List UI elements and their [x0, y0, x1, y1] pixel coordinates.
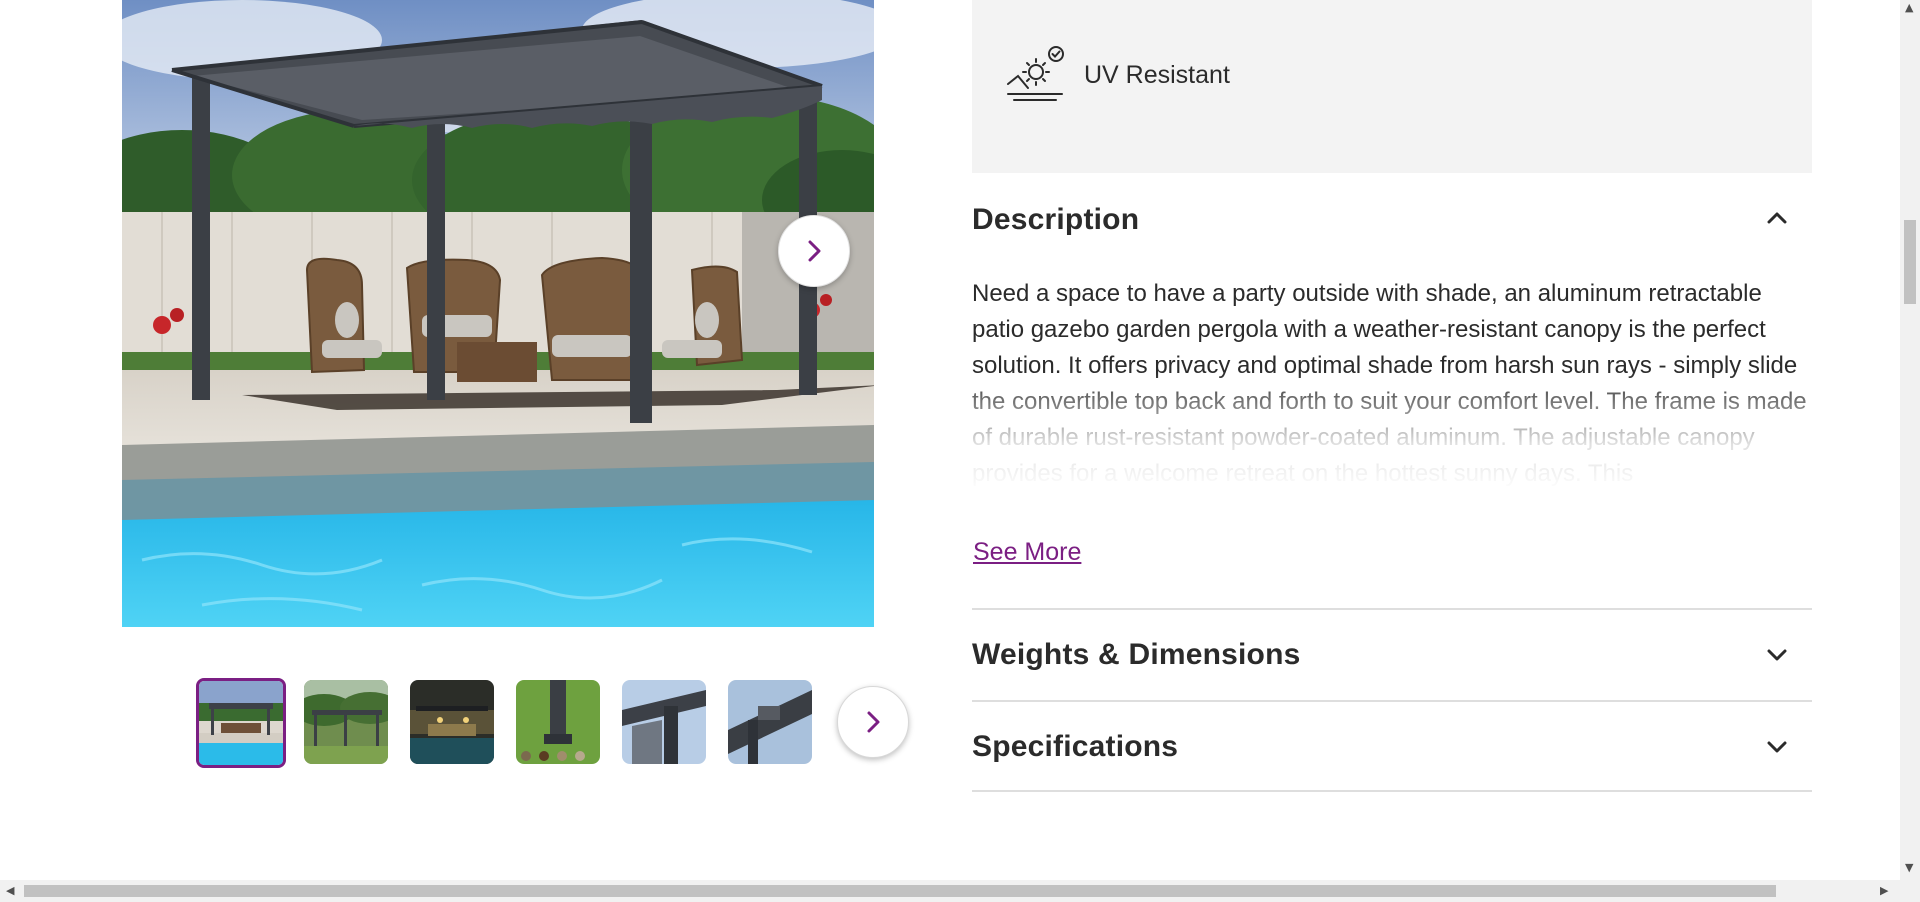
horizontal-scrollbar-thumb[interactable]: [24, 885, 1776, 897]
feature-label: UV Resistant: [1084, 60, 1230, 89]
chevron-right-icon: [867, 711, 880, 733]
vertical-scrollbar[interactable]: ▲ ▼: [1900, 0, 1920, 880]
scroll-up-arrow-icon[interactable]: ▲: [1905, 2, 1913, 14]
thumbnail-6[interactable]: [728, 680, 812, 764]
section-divider: [972, 790, 1812, 792]
specifications-title: Specifications: [972, 730, 1179, 763]
thumbnail-5[interactable]: [622, 680, 706, 764]
product-page: UV Resistant Description Need a space to…: [0, 0, 1900, 880]
uv-resistant-icon: [1007, 46, 1064, 101]
feature-item: UV Resistant: [1004, 44, 1230, 106]
thumbnail-2[interactable]: [304, 680, 388, 764]
pergola-pool-scene: [122, 0, 874, 627]
weights-dimensions-header[interactable]: Weights & Dimensions: [972, 610, 1812, 700]
horizontal-scrollbar[interactable]: ◀ ▶: [0, 880, 1920, 902]
scroll-right-arrow-icon[interactable]: ▶: [1880, 885, 1888, 897]
thumbnails-next-button[interactable]: [837, 686, 909, 758]
features-panel: UV Resistant: [972, 0, 1812, 173]
chevron-right-icon: [808, 240, 821, 262]
description-text: Need a space to have a party outside wit…: [972, 280, 1807, 487]
scroll-down-arrow-icon[interactable]: ▼: [1905, 862, 1913, 874]
main-product-image[interactable]: [122, 0, 874, 627]
vertical-scrollbar-thumb[interactable]: [1904, 220, 1916, 304]
description-body: Need a space to have a party outside wit…: [972, 276, 1812, 492]
thumbnail-1[interactable]: [196, 678, 286, 768]
scroll-left-arrow-icon[interactable]: ◀: [6, 885, 14, 897]
weights-dimensions-title: Weights & Dimensions: [972, 638, 1301, 671]
gallery-next-button[interactable]: [778, 215, 850, 287]
specifications-header[interactable]: Specifications: [972, 702, 1812, 792]
see-more-link[interactable]: See More: [973, 538, 1081, 567]
thumbnail-3[interactable]: [410, 680, 494, 764]
thumbnail-4[interactable]: [516, 680, 600, 764]
chevron-down-icon: [1767, 741, 1787, 753]
chevron-down-icon: [1767, 649, 1787, 661]
description-header[interactable]: Description: [972, 185, 1812, 275]
chevron-up-icon: [1767, 212, 1787, 224]
description-title: Description: [972, 203, 1140, 236]
